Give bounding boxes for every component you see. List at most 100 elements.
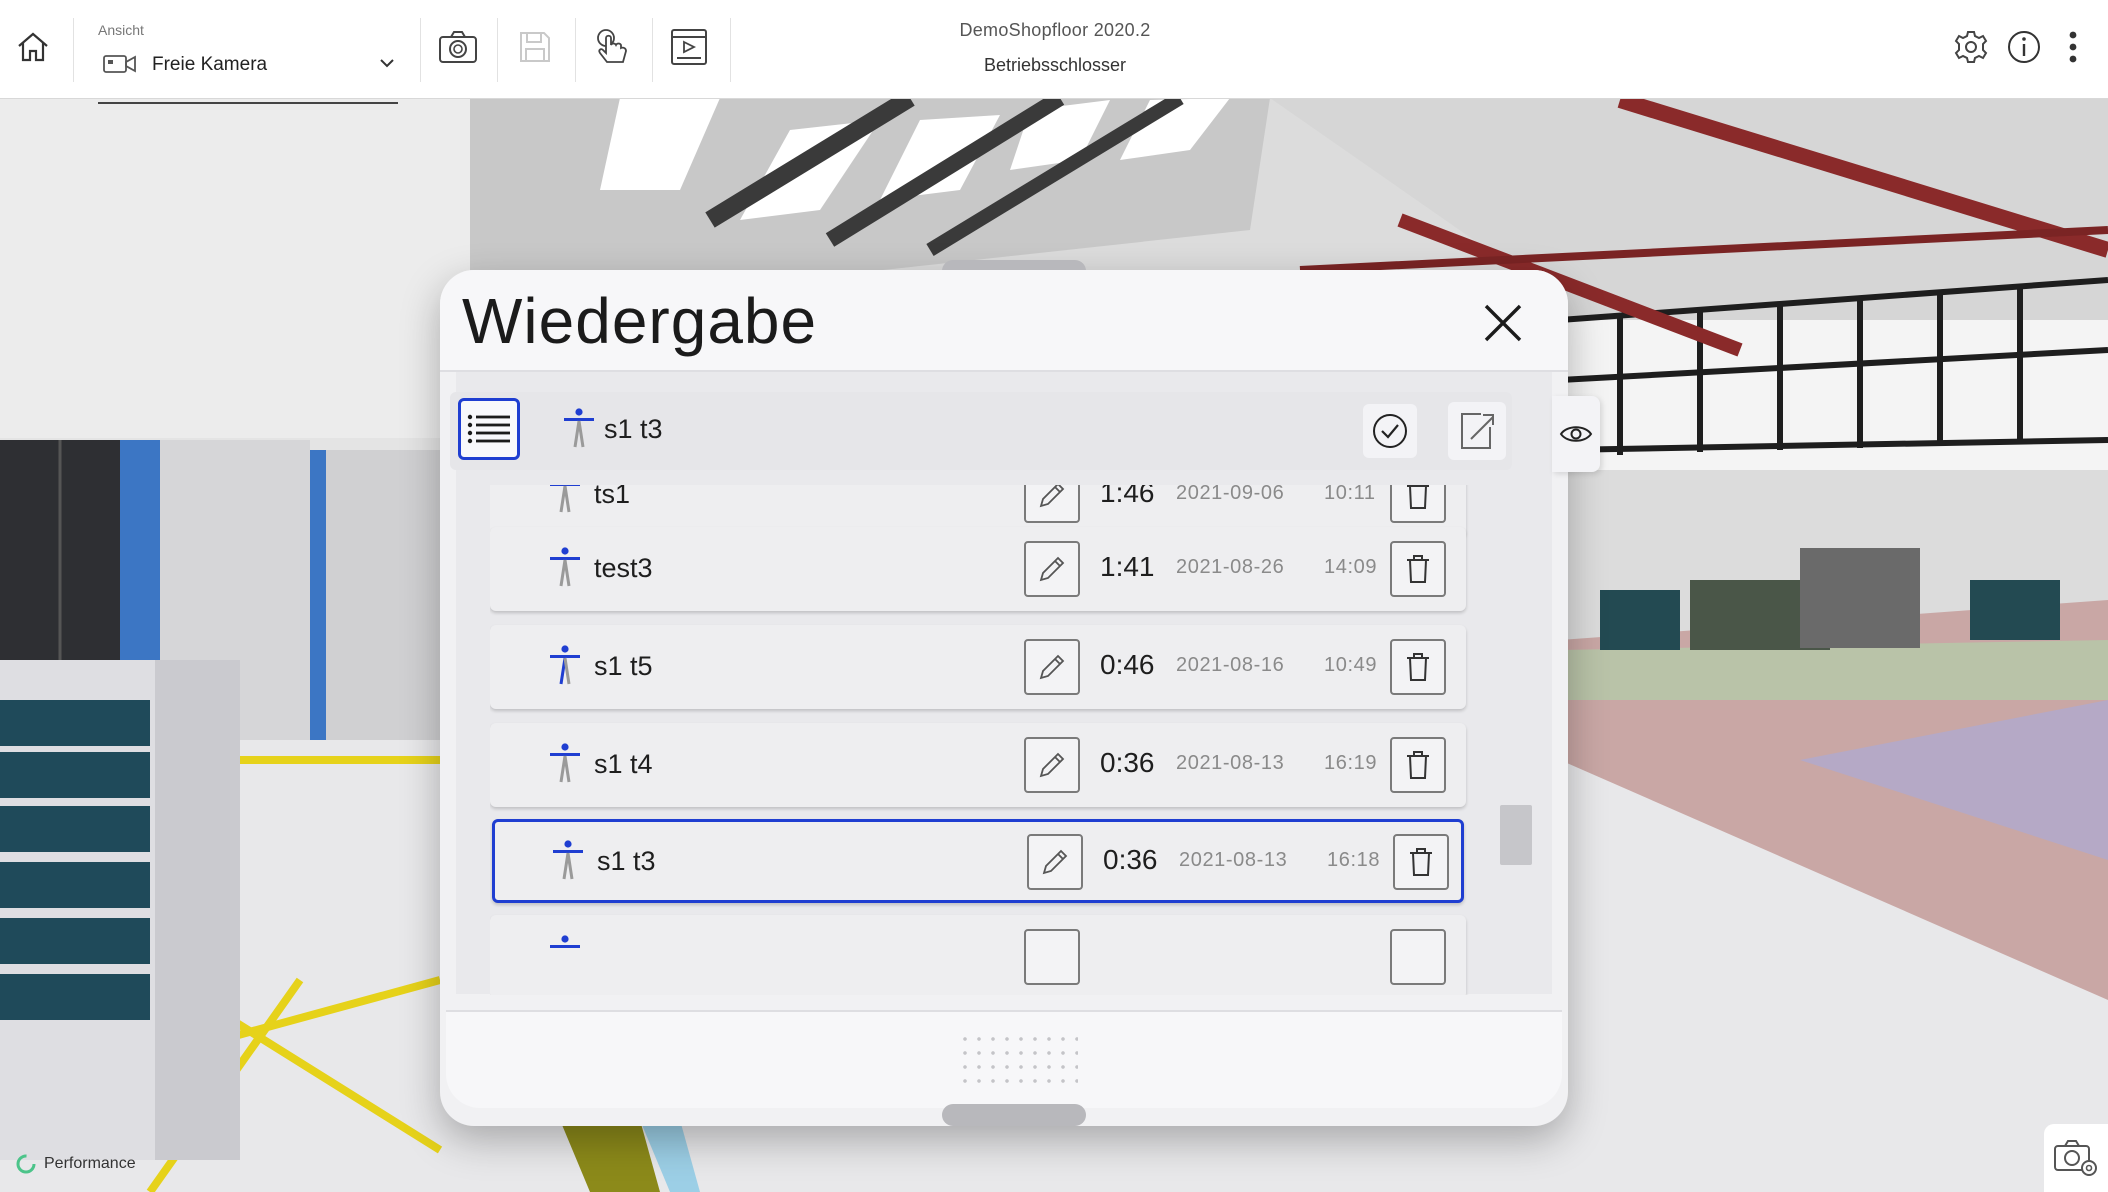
trash-icon [1407,653,1429,681]
recording-name: s1 t3 [597,846,656,876]
divider [420,18,421,82]
panel-header: Wiedergabe [440,270,1568,372]
gear-icon [1954,31,1988,63]
recording-time: 10:11 [1324,485,1376,504]
view-value: Freie Kamera [152,54,268,75]
project-title: DemoShopfloor 2020.2 [959,20,1151,40]
rename-button[interactable] [1027,834,1083,890]
project-header: DemoShopfloor 2020.2 Betriebsschlosser [860,20,1250,76]
delete-button[interactable] [1390,541,1446,597]
pencil-icon [1039,485,1065,508]
recording-date: 2021-08-13 [1176,752,1285,774]
user-role: Betriebsschlosser [983,55,1127,75]
scrollbar-thumb[interactable] [1500,805,1532,865]
list-item[interactable]: s1 t5 0:46 2021-08-16 10:49 [490,625,1466,709]
video-player-icon [671,29,707,65]
view-label: Ansicht [98,22,144,38]
divider [652,18,653,82]
list-item[interactable]: test3 1:41 2021-08-26 14:09 [490,527,1466,611]
delete-button[interactable] [1390,485,1446,523]
video-camera-icon [103,55,136,73]
delete-button[interactable] [1390,929,1446,985]
list-item-selected[interactable]: s1 t3 0:36 2021-08-13 16:18 [492,819,1464,903]
divider [730,18,731,82]
recording-time: 10:49 [1324,654,1378,676]
delete-button[interactable] [1390,737,1446,793]
recording-time: 16:18 [1327,849,1381,871]
divider [73,18,74,82]
export-icon [1461,413,1494,449]
list-item[interactable]: s1 t4 0:36 2021-08-13 16:19 [490,723,1466,807]
person-icon [550,547,580,587]
camera-settings-icon [2054,1140,2097,1176]
rename-button[interactable] [1024,929,1080,985]
more-button[interactable] [2042,14,2104,80]
interact-button[interactable] [580,14,646,80]
camera-icon [439,31,477,63]
delete-button[interactable] [1390,639,1446,695]
person-icon [550,485,580,513]
trash-icon [1407,751,1429,779]
recording-duration: 1:41 [1100,551,1155,582]
recording-name: s1 t5 [594,651,653,681]
dot-grid-decoration [958,1032,1078,1092]
performance-indicator[interactable]: Performance [16,1154,136,1174]
pencil-icon [1039,654,1065,680]
chevron-down-icon [380,59,394,68]
close-button[interactable] [1478,298,1528,348]
trash-icon [1407,555,1429,583]
home-button[interactable] [0,14,66,80]
playback-button[interactable] [656,14,722,80]
rename-button[interactable] [1024,541,1080,597]
rename-button[interactable] [1024,485,1080,523]
screenshot-button[interactable] [425,14,491,80]
more-vertical-icon [2069,31,2077,63]
recordings-list[interactable]: ts1 1:46 2021-09-06 10:11 test3 1:41 202… [490,485,1476,995]
view-dropdown[interactable]: Freie Kamera [98,48,398,104]
recording-date: 2021-09-06 [1176,485,1285,504]
list-item[interactable] [490,915,1466,995]
check-circle-icon [1373,414,1407,448]
recording-duration: 0:46 [1100,649,1155,680]
trash-icon [1410,848,1432,876]
view-selector[interactable]: Ansicht Freie Kamera [98,22,400,104]
top-toolbar: Ansicht Freie Kamera DemoShopfloor 2020.… [0,0,2108,104]
person-icon [564,408,594,448]
trash-icon [1407,485,1429,509]
person-icon [550,645,580,685]
save-button[interactable] [502,14,568,80]
recording-name: ts1 [594,485,631,509]
recording-duration: 0:36 [1100,747,1155,778]
performance-label: Performance [44,1155,136,1172]
recording-time: 16:19 [1324,752,1378,774]
selected-recording-name: s1 t3 [604,414,663,444]
recording-duration: 1:46 [1100,485,1155,508]
spinner-icon [16,1154,36,1174]
panel-title: Wiedergabe [462,285,818,357]
recording-time: 14:09 [1324,556,1378,578]
list-toggle-button[interactable] [458,398,520,460]
eye-icon [1559,426,1593,442]
recording-date: 2021-08-26 [1176,556,1285,578]
list-scrollbar[interactable] [1496,485,1532,995]
rename-button[interactable] [1024,737,1080,793]
selected-recording-row: s1 t3 [450,392,1512,470]
pencil-icon [1039,556,1065,582]
recording-date: 2021-08-16 [1176,654,1285,676]
export-button[interactable] [1448,402,1506,460]
visibility-toggle-button[interactable] [1552,396,1600,472]
divider [575,18,576,82]
confirm-button[interactable] [1363,404,1417,458]
delete-button[interactable] [1393,834,1449,890]
recording-duration: 0:36 [1103,844,1158,875]
home-icon [18,32,48,62]
floppy-icon [520,32,550,62]
panel-footer [446,1010,1562,1108]
person-icon [550,935,580,948]
camera-settings-button[interactable] [2044,1124,2108,1192]
pencil-icon [1039,752,1065,778]
rename-button[interactable] [1024,639,1080,695]
drag-handle-bottom[interactable] [942,1104,1086,1126]
info-icon [2008,31,2040,63]
recording-date: 2021-08-13 [1179,849,1288,871]
